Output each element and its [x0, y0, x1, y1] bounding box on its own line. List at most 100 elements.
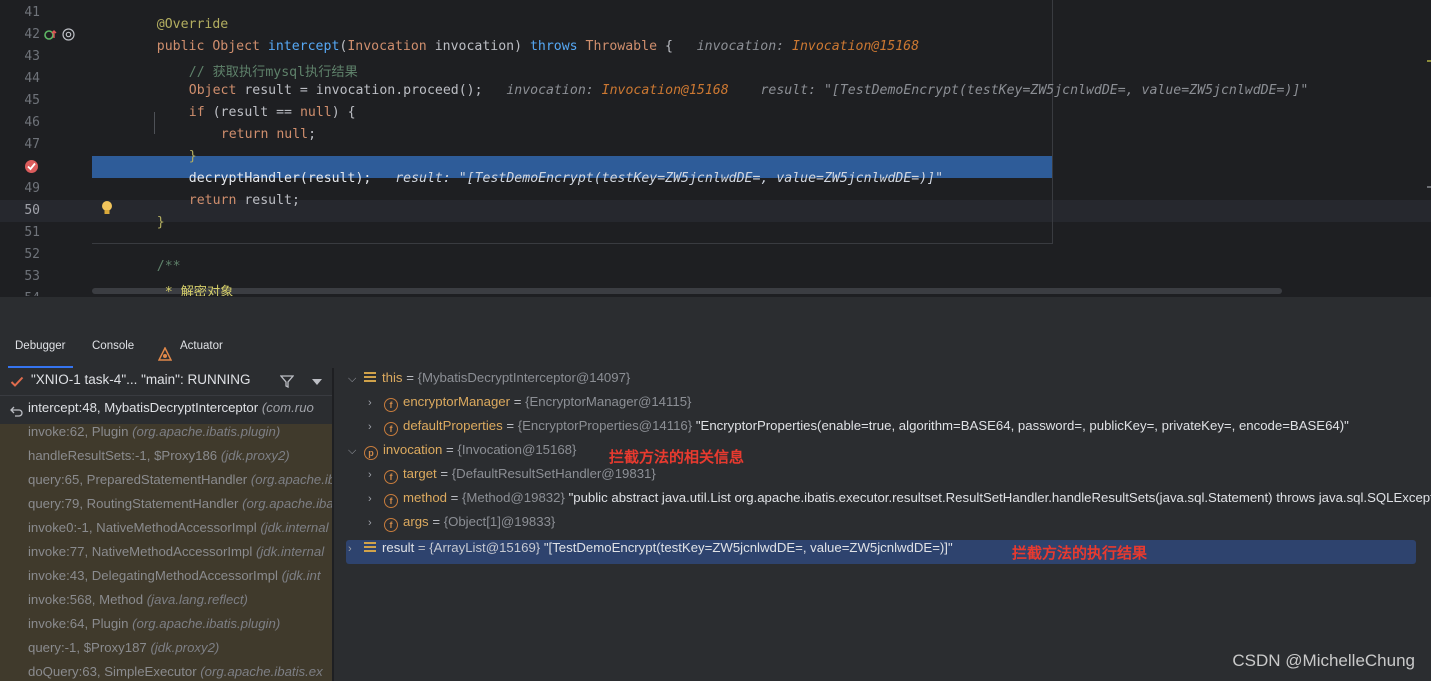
breakpoint-check-icon[interactable]	[24, 159, 39, 174]
stack-frame[interactable]: doQuery:63, SimpleExecutor (org.apache.i…	[0, 664, 332, 681]
frame-package: (org.apache.ibatis.ex	[200, 664, 323, 679]
equals-sign: =	[502, 418, 518, 433]
variable-row-result[interactable]: › result = {ArrayList@15169} "[TestDemoEn…	[348, 540, 953, 564]
stack-frame[interactable]: invoke:43, DelegatingMethodAccessorImpl …	[0, 568, 332, 592]
override-method-icon[interactable]	[44, 29, 58, 41]
code-line-52[interactable]: /**	[92, 244, 1431, 274]
frame-method: intercept:48, MybatisDecryptInterceptor	[28, 400, 259, 415]
variable-ref: {MybatisDecryptInterceptor@14097}	[417, 370, 631, 385]
variable-ref: {ArrayList@15169}	[429, 540, 541, 555]
frame-package: (jdk.proxy2)	[220, 448, 290, 463]
code-line-46[interactable]: return null;	[92, 112, 1431, 142]
tab-debugger[interactable]: Debugger	[8, 340, 73, 368]
code-line-43[interactable]: // 获取执行mysql执行结果	[92, 46, 1431, 80]
stack-frame[interactable]: query:79, RoutingStatementHandler (org.a…	[0, 496, 333, 520]
stack-frame[interactable]: invoke:568, Method (java.lang.reflect)	[0, 592, 332, 616]
line-number: 52	[24, 247, 40, 262]
thread-label: "XNIO-1 task-4"... "main": RUNNING	[31, 372, 251, 387]
field-icon: f	[384, 422, 398, 436]
variable-row-this[interactable]: ⌵ this = {MybatisDecryptInterceptor@14097…	[348, 370, 630, 394]
frame-method: invoke:568, Method	[28, 592, 144, 607]
variable-name: this	[382, 370, 403, 385]
code-line-48[interactable]: decryptHandler(result); result: "[TestDe…	[92, 156, 1431, 186]
code-line-49[interactable]: return result;	[92, 178, 1431, 208]
line-number: 54	[0, 288, 40, 296]
variable-ref: {EncryptorManager@14115}	[525, 394, 692, 409]
variable-row-invocation[interactable]: ⌵ p invocation = {Invocation@15168}	[348, 442, 576, 466]
variable-name: method	[403, 490, 447, 505]
stack-frame[interactable]: query:65, PreparedStatementHandler (org.…	[0, 472, 332, 496]
watermark: CSDN @MichelleChung	[1232, 651, 1415, 670]
chevron-right-icon[interactable]: ›	[368, 421, 384, 433]
stack-frame[interactable]: query:-1, $Proxy187 (jdk.proxy2)	[0, 640, 332, 664]
tab-console[interactable]: Console	[90, 340, 136, 368]
equals-sign: =	[402, 370, 418, 385]
chevron-down-icon[interactable]: ⌵	[348, 445, 364, 458]
tab-actuator[interactable]: Actuator	[180, 340, 223, 368]
variable-name: encryptorManager	[403, 394, 511, 409]
frame-package: (org.apache.ibatis.plugin)	[132, 424, 281, 439]
code-line-44[interactable]: Object result = invocation.proceed(); in…	[92, 68, 1431, 98]
variable-ref: {Object[1]@19833}	[443, 514, 556, 529]
variable-value: "EncryptorProperties(enable=true, algori…	[695, 418, 1349, 433]
annotation-result-note: 拦截方法的执行结果	[1012, 545, 1148, 562]
code-line-41[interactable]: @Override	[92, 2, 1431, 32]
code-line-50[interactable]: }	[92, 200, 1431, 230]
stack-frame[interactable]: invoke:64, Plugin (org.apache.ibatis.plu…	[0, 616, 332, 640]
chevron-right-icon[interactable]: ›	[368, 397, 384, 409]
line-number: 41	[24, 5, 40, 20]
equals-sign: =	[414, 540, 430, 555]
stack-frame[interactable]: invoke:62, Plugin (org.apache.ibatis.plu…	[0, 424, 332, 448]
frame-method: query:65, PreparedStatementHandler	[28, 472, 248, 487]
variable-ref: {DefaultResultSetHandler@19831}	[451, 466, 656, 481]
frame-method: query:79, RoutingStatementHandler	[28, 496, 239, 511]
field-icon: f	[384, 470, 398, 484]
frame-method: invoke0:-1, NativeMethodAccessorImpl	[28, 520, 257, 535]
variable-name: defaultProperties	[403, 418, 503, 433]
filter-icon[interactable]	[280, 374, 294, 388]
line-number: 50	[24, 203, 40, 218]
code-line-47[interactable]: }	[92, 134, 1431, 164]
frames-panel: "XNIO-1 task-4"... "main": RUNNING inter…	[0, 368, 333, 681]
chevron-right-icon[interactable]: ›	[368, 517, 384, 529]
chevron-down-icon[interactable]	[312, 379, 322, 385]
frame-package: (jdk.internal	[260, 520, 329, 535]
stack-frame[interactable]: handleResultSets:-1, $Proxy186 (jdk.prox…	[0, 448, 332, 472]
frame-package: (org.apache.ibat	[242, 496, 333, 511]
variable-row-args[interactable]: › f args = {Object[1]@19833}	[368, 514, 555, 538]
chevron-right-icon[interactable]: ›	[368, 493, 384, 505]
thread-selector[interactable]: "XNIO-1 task-4"... "main": RUNNING	[0, 368, 332, 396]
variable-value: "[TestDemoEncrypt(testKey=ZW5jcnlwdDE=, …	[543, 540, 953, 555]
frame-package: (jdk.internal	[255, 544, 325, 559]
code-editor[interactable]: 41 42 43 44 45 46 47 49 50 51 52 53 54 @…	[0, 0, 1431, 296]
frame-package: (java.lang.reflect)	[146, 592, 248, 607]
variable-ref: {Invocation@15168}	[457, 442, 577, 457]
variable-row-method[interactable]: › f method = {Method@19832} "public abstra…	[368, 490, 1431, 514]
check-icon	[10, 376, 24, 387]
actuator-icon	[158, 347, 172, 361]
code-line-45[interactable]: if (result == null) {	[92, 90, 1431, 120]
variable-row-encryptor-manager[interactable]: › f encryptorManager = {EncryptorManager@1…	[368, 394, 691, 418]
code-line-54[interactable]: *	[92, 288, 1431, 296]
variable-row-target[interactable]: › f target = {DefaultResultSetHandler@1983…	[368, 466, 656, 490]
variables-panel: ⌵ this = {MybatisDecryptInterceptor@14097…	[334, 368, 1431, 681]
field-icon: f	[384, 494, 398, 508]
stack-frame[interactable]: invoke0:-1, NativeMethodAccessorImpl (jd…	[0, 520, 332, 544]
variable-row-default-properties[interactable]: › f defaultProperties = {EncryptorProperti…	[368, 418, 1349, 442]
annotation-at-icon[interactable]	[62, 28, 75, 41]
frame-method: invoke:64, Plugin	[28, 616, 129, 631]
chevron-right-icon[interactable]: ›	[368, 469, 384, 481]
chevron-right-icon[interactable]: ›	[348, 543, 364, 555]
chevron-down-icon[interactable]: ⌵	[348, 373, 364, 386]
variable-name: invocation	[383, 442, 443, 457]
line-number: 53	[24, 269, 40, 284]
stack-frame[interactable]: invoke:77, NativeMethodAccessorImpl (jdk…	[0, 544, 332, 568]
stack-frame[interactable]: intercept:48, MybatisDecryptInterceptor …	[0, 400, 332, 424]
code-line-42[interactable]: public Object intercept(Invocation invoc…	[92, 24, 1431, 54]
return-arrow-icon	[10, 406, 23, 417]
frame-package: (com.ruo	[261, 400, 314, 415]
equals-sign: =	[442, 442, 458, 457]
frame-method: invoke:43, DelegatingMethodAccessorImpl	[28, 568, 278, 583]
code-line-53[interactable]: * 解密对象	[92, 266, 1431, 296]
line-number: 47	[24, 137, 40, 152]
